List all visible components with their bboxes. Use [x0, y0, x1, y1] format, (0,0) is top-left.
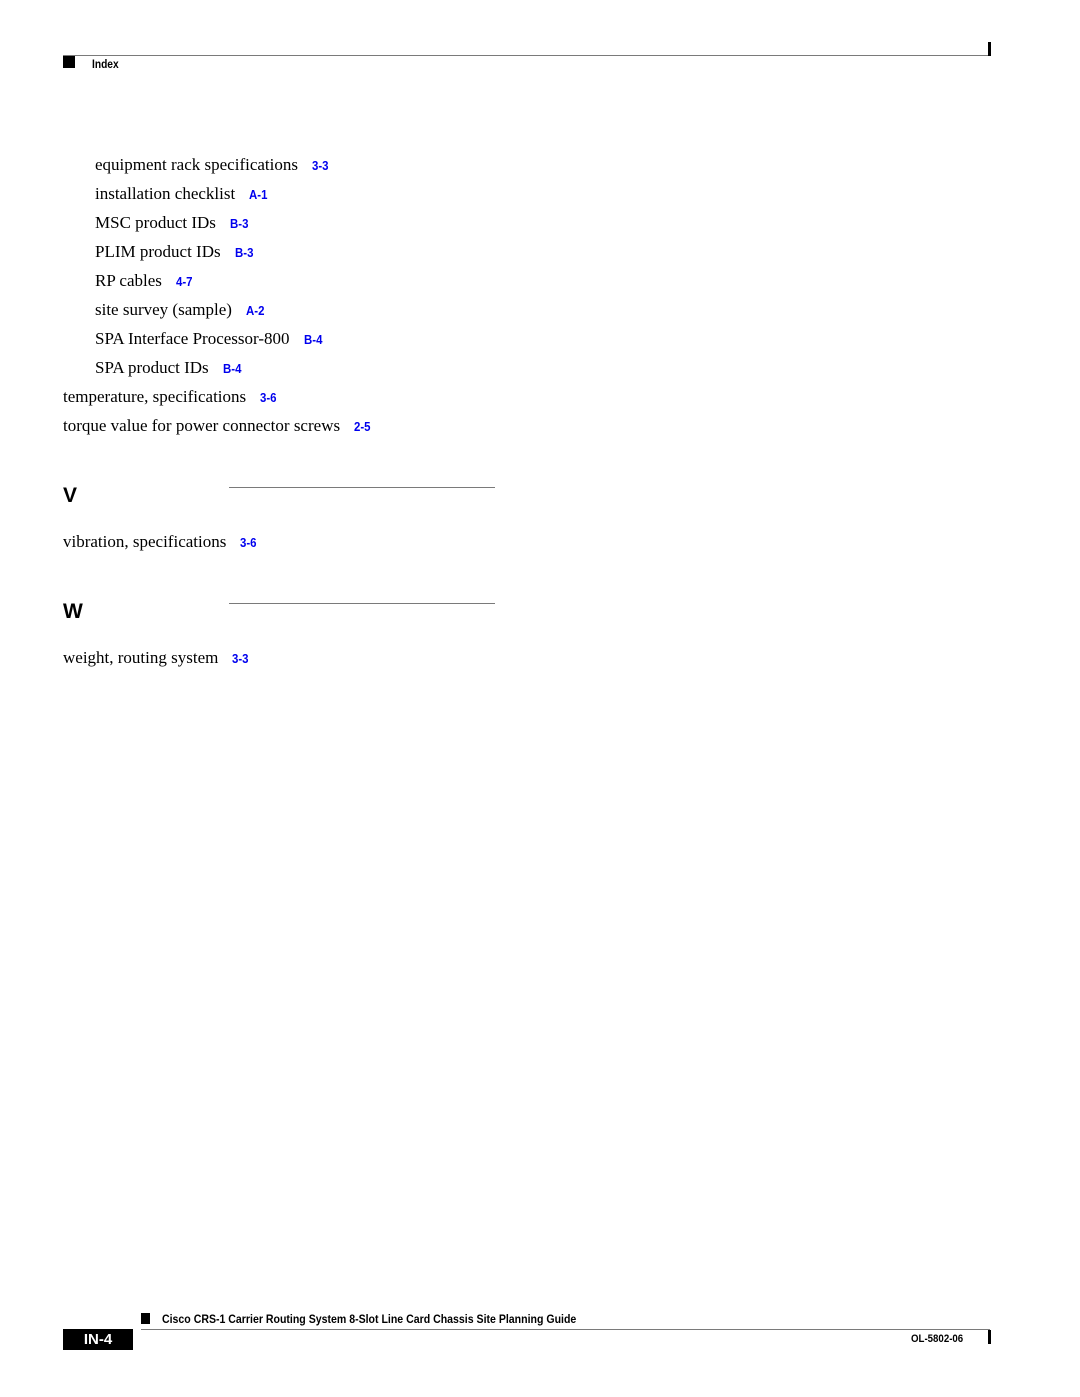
index-entry: torque value for power connector screws 2…: [63, 416, 373, 437]
index-entry: MSC product IDs B-3: [95, 213, 251, 234]
footer-book-title: Cisco CRS-1 Carrier Routing System 8-Slo…: [162, 1312, 577, 1326]
page-ref-link[interactable]: B-4: [304, 330, 322, 350]
index-entry: vibration, specifications 3-6: [63, 532, 259, 553]
section-rule-w: [229, 603, 495, 604]
page-ref-link[interactable]: A-1: [249, 185, 267, 205]
page-ref-link[interactable]: 2-5: [354, 417, 371, 437]
entry-text: temperature, specifications: [63, 387, 247, 406]
index-entry: SPA Interface Processor-800 B-4: [95, 329, 324, 350]
entry-text: site survey (sample): [95, 300, 232, 319]
entry-text: PLIM product IDs: [95, 242, 221, 261]
header-rule: [63, 55, 989, 56]
entry-text: installation checklist: [95, 184, 236, 203]
index-entry: equipment rack specifications 3-3: [95, 155, 331, 176]
footer-marker: [141, 1313, 150, 1324]
entry-text: MSC product IDs: [95, 213, 216, 232]
page-ref-link[interactable]: 4-7: [176, 272, 193, 292]
entry-text: SPA product IDs: [95, 358, 209, 377]
section-letter-w: W: [63, 600, 83, 623]
footer-doc-number: OL-5802-06: [911, 1333, 964, 1345]
entry-text: vibration, specifications: [63, 532, 227, 551]
index-entry: PLIM product IDs B-3: [95, 242, 256, 263]
index-entry: weight, routing system 3-3: [63, 648, 251, 669]
section-rule-v: [229, 487, 495, 488]
page-ref-link[interactable]: 3-3: [312, 156, 329, 176]
index-entry: temperature, specifications 3-6: [63, 387, 279, 408]
header-marker: [63, 56, 75, 68]
index-entry: RP cables 4-7: [95, 271, 195, 292]
page-ref-link[interactable]: 3-3: [232, 649, 249, 669]
index-entry: SPA product IDs B-4: [95, 358, 244, 379]
index-entry: installation checklist A-1: [95, 184, 270, 205]
header-section-label: Index: [92, 57, 119, 71]
page-ref-link[interactable]: 3-6: [240, 533, 257, 553]
footer-page-number: IN-4: [63, 1329, 133, 1350]
entry-text: RP cables: [95, 271, 162, 290]
page-ref-link[interactable]: B-4: [223, 359, 241, 379]
section-letter-v: V: [63, 484, 78, 507]
footer-rule: [141, 1329, 990, 1330]
entry-text: weight, routing system: [63, 648, 219, 667]
entry-text: SPA Interface Processor-800: [95, 329, 290, 348]
entry-text: torque value for power connector screws: [63, 416, 341, 435]
page-ref-link[interactable]: B-3: [235, 243, 253, 263]
page-ref-link[interactable]: A-2: [246, 301, 264, 321]
footer-edge-bar: [988, 1330, 991, 1344]
index-entry: site survey (sample) A-2: [95, 300, 267, 321]
entry-text: equipment rack specifications: [95, 155, 298, 174]
header-edge-bar: [988, 42, 991, 56]
page-ref-link[interactable]: B-3: [230, 214, 248, 234]
page-ref-link[interactable]: 3-6: [260, 388, 277, 408]
